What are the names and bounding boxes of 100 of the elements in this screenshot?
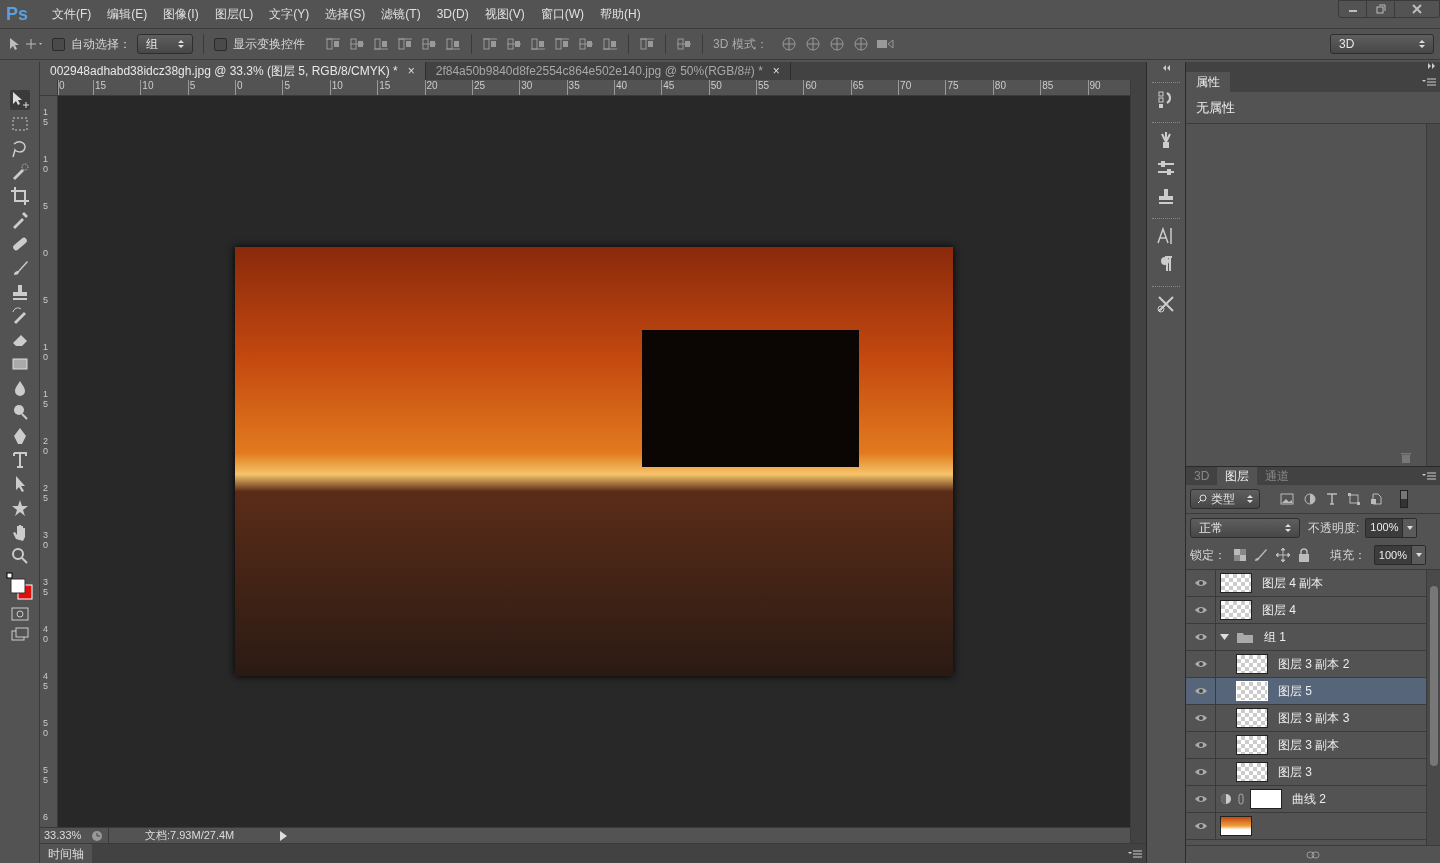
- eye-icon[interactable]: [1193, 660, 1208, 668]
- link-icon[interactable]: [1306, 850, 1320, 859]
- menu-item[interactable]: 文字(Y): [261, 5, 318, 23]
- smart-object-filter-icon[interactable]: [1370, 493, 1382, 505]
- blend-mode-dropdown[interactable]: 正常: [1190, 517, 1300, 538]
- eye-icon[interactable]: [1193, 606, 1208, 614]
- status-icon[interactable]: [90, 829, 104, 842]
- ruler-label: 35: [568, 80, 580, 92]
- checkbox[interactable]: [214, 37, 227, 51]
- panel-tab[interactable]: 图层: [1217, 467, 1258, 485]
- lock-icon[interactable]: [1298, 548, 1310, 562]
- sliders-icon[interactable]: [1156, 158, 1176, 178]
- align-icon[interactable]: [397, 37, 413, 51]
- 3d-camera-icon[interactable]: [875, 36, 894, 52]
- align-icon[interactable]: [325, 37, 341, 51]
- distribute-icon[interactable]: [554, 37, 570, 51]
- panel-tab[interactable]: 属性: [1186, 72, 1230, 92]
- crop-icon[interactable]: [9, 186, 30, 206]
- expand-icon[interactable]: [1428, 62, 1436, 70]
- align-icon[interactable]: [349, 37, 365, 51]
- zoom-icon[interactable]: [9, 546, 30, 566]
- ruler-label: 30: [43, 531, 49, 551]
- eye-icon[interactable]: [1193, 741, 1208, 749]
- distribute-icon[interactable]: [578, 37, 594, 51]
- stamp-icon[interactable]: [1156, 186, 1176, 206]
- menu-item[interactable]: 图像(I): [155, 5, 207, 23]
- layer-row[interactable]: 图层 3 副本 3: [1186, 705, 1426, 732]
- fill-field[interactable]: 100%: [1373, 545, 1426, 565]
- color-swatches-icon[interactable]: [4, 572, 35, 602]
- close-icon: [1412, 4, 1422, 14]
- shape-filter-icon[interactable]: [1348, 493, 1360, 505]
- layer-row[interactable]: 曲线 2: [1186, 786, 1426, 813]
- brush-icon[interactable]: [1254, 548, 1268, 562]
- workspace-dropdown[interactable]: 3D: [1330, 34, 1434, 54]
- panel-menu-icon[interactable]: [1422, 78, 1436, 86]
- distribute-icon[interactable]: [602, 37, 618, 51]
- document-tab[interactable]: 002948adhabd38idcz38gh.jpg @ 33.3% (图层 5, RGB/8/CMYK) * ×: [40, 62, 426, 80]
- opacity-field[interactable]: 100%: [1365, 517, 1418, 538]
- tools-icon[interactable]: [1156, 294, 1176, 314]
- layer-row[interactable]: 图层 4 副本: [1186, 570, 1426, 597]
- layer-row[interactable]: 图层 3: [1186, 759, 1426, 786]
- tab-close-button[interactable]: ×: [772, 62, 780, 80]
- align-icon[interactable]: [373, 37, 389, 51]
- layer-row[interactable]: 图层 5: [1186, 678, 1426, 705]
- menu-item[interactable]: 3D(D): [428, 5, 477, 23]
- timeline-tab[interactable]: 时间轴: [40, 844, 92, 863]
- vertical-scrollbar[interactable]: [1426, 570, 1440, 845]
- ruler-label: 35: [43, 578, 49, 598]
- distribute-icon[interactable]: [639, 37, 655, 51]
- layer-row[interactable]: 图层 4: [1186, 597, 1426, 624]
- layer-row[interactable]: [1186, 813, 1426, 840]
- menu-item[interactable]: 选择(S): [317, 5, 374, 23]
- ruler-label: 30: [521, 80, 533, 92]
- checkbox[interactable]: [52, 37, 65, 51]
- layer-row[interactable]: 图层 3 副本 2: [1186, 651, 1426, 678]
- menu-item[interactable]: 窗口(W): [532, 5, 592, 23]
- move-icon[interactable]: [1276, 548, 1290, 562]
- auto-select-dropdown[interactable]: 组: [137, 34, 193, 54]
- filter-dropdown[interactable]: 类型: [1190, 489, 1260, 509]
- menu-item[interactable]: 文件(F): [44, 5, 100, 23]
- distribute-icon[interactable]: [482, 37, 498, 51]
- vertical-scrollbar[interactable]: [1130, 80, 1146, 843]
- menu-item[interactable]: 帮助(H): [592, 5, 649, 23]
- eye-icon[interactable]: [1193, 768, 1208, 776]
- quick-mask-icon[interactable]: [9, 606, 30, 622]
- ruler-label: 25: [473, 80, 485, 92]
- distribute-icon[interactable]: [676, 37, 692, 51]
- eye-icon[interactable]: [1193, 714, 1208, 722]
- layer-name: 曲线 2: [1292, 791, 1326, 808]
- panel-menu-icon[interactable]: [1422, 472, 1436, 480]
- menu-item[interactable]: 编辑(E): [99, 5, 156, 23]
- vertical-scrollbar[interactable]: [1426, 124, 1440, 466]
- eye-icon[interactable]: [1193, 822, 1208, 830]
- layer-row[interactable]: 图层 3 副本: [1186, 732, 1426, 759]
- type-filter-icon[interactable]: [1326, 493, 1338, 505]
- caret-icon[interactable]: [1220, 633, 1230, 641]
- adjustment-filter-icon[interactable]: [1304, 493, 1316, 505]
- tab-close-button[interactable]: ×: [407, 62, 415, 80]
- eye-icon[interactable]: [1193, 687, 1208, 695]
- screen-mode-icon[interactable]: [9, 626, 30, 642]
- collapse-icon[interactable]: [1162, 64, 1170, 72]
- distribute-icon[interactable]: [506, 37, 522, 51]
- menu-item[interactable]: 视图(V): [476, 5, 533, 23]
- eye-icon[interactable]: [1193, 633, 1208, 641]
- stepper-icon: [1285, 522, 1291, 533]
- ruler-label: 60: [805, 80, 817, 92]
- panel-menu-icon[interactable]: [1128, 849, 1142, 858]
- move-tool-icon[interactable]: [9, 90, 30, 110]
- play-icon[interactable]: [278, 829, 288, 842]
- menu-item[interactable]: 图层(L): [206, 5, 262, 23]
- filter-toggle-icon[interactable]: [1400, 490, 1408, 508]
- layer-row[interactable]: 组 1: [1186, 624, 1426, 651]
- image-filter-icon[interactable]: [1280, 493, 1294, 505]
- distribute-icon[interactable]: [530, 37, 546, 51]
- move-tool-icon[interactable]: [8, 37, 42, 51]
- align-icon[interactable]: [445, 37, 461, 51]
- menu-item[interactable]: 滤镜(T): [373, 5, 429, 23]
- eye-icon[interactable]: [1193, 579, 1208, 587]
- eye-icon[interactable]: [1193, 795, 1208, 803]
- align-icon[interactable]: [421, 37, 437, 51]
